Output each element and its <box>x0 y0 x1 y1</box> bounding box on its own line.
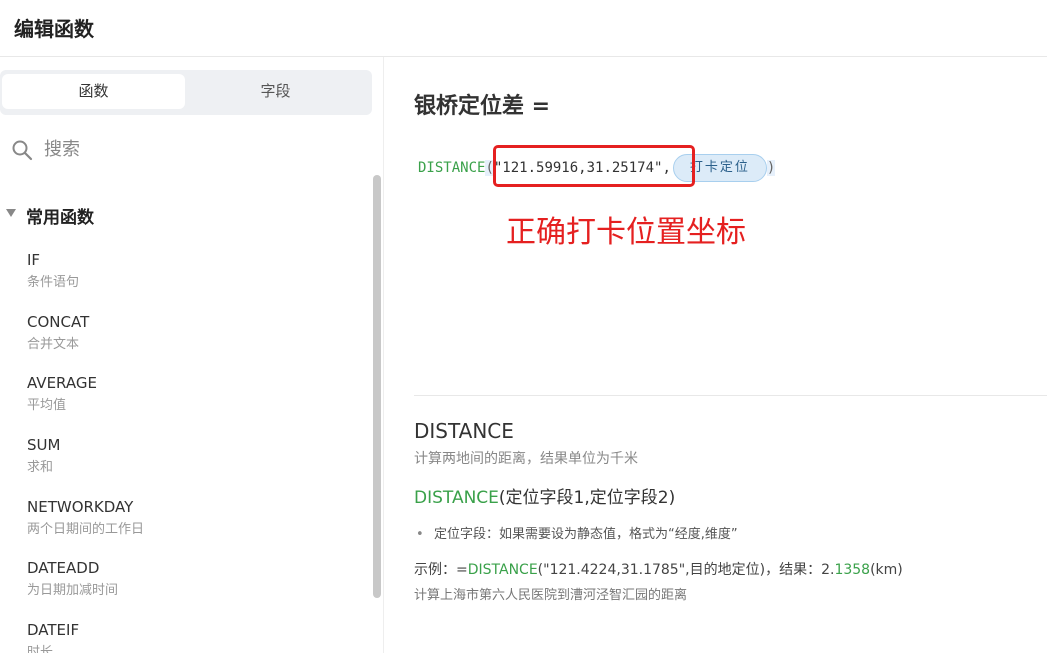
formula-close-paren: ) <box>766 160 776 176</box>
doc-param-bullet: 定位字段：如果需要设为静态值，格式为“经度,维度” <box>414 525 1034 545</box>
search-input[interactable] <box>44 135 344 163</box>
function-desc: 为日期加减时间 <box>27 583 119 599</box>
function-name: DATEIF <box>27 621 80 640</box>
function-doc: DISTANCE 计算两地间的距离，结果单位为千米 DISTANCE(定位字段1… <box>414 417 1034 606</box>
doc-example-mid: ("121.4224,31.1785",目的地定位)，结果：2. <box>537 562 835 578</box>
doc-example-fn: DISTANCE <box>467 562 538 578</box>
function-item-dateadd[interactable]: DATEADD 为日期加减时间 <box>27 558 357 620</box>
doc-syntax-fn: DISTANCE <box>414 488 499 508</box>
sidebar-tabs: 函数 字段 <box>0 70 372 115</box>
function-name: SUM <box>27 436 61 455</box>
doc-example-num: 1358 <box>834 562 871 578</box>
function-desc: 条件语句 <box>27 275 80 290</box>
function-name: NETWORKDAY <box>27 497 134 516</box>
tab-fields[interactable]: 字段 <box>184 74 367 109</box>
function-desc: 平均值 <box>27 398 67 414</box>
collapse-triangle-icon <box>6 209 16 217</box>
formula-function: DISTANCE <box>418 160 486 176</box>
function-item-networkday[interactable]: NETWORKDAY 两个日期间的工作日 <box>27 497 357 559</box>
doc-syntax: DISTANCE(定位字段1,定位字段2) <box>414 486 1034 510</box>
annotation-highlight-box <box>493 145 695 187</box>
page-title: 编辑函数 <box>14 17 94 41</box>
search-icon <box>12 140 33 161</box>
function-item-sum[interactable]: SUM 求和 <box>27 435 357 497</box>
sidebar: 函数 字段 常用函数 IF 条件语句 CONCAT 合并文本 AVERAGE 平… <box>0 57 384 653</box>
doc-function-name: DISTANCE <box>414 419 514 443</box>
function-desc: 合并文本 <box>27 336 80 352</box>
function-name: IF <box>27 251 41 269</box>
editor-panel: 银桥定位差 = DISTANCE("121.59916,31.25174", 打卡… <box>384 57 1047 653</box>
doc-example-suffix: (km) <box>870 562 903 578</box>
function-list: IF 条件语句 CONCAT 合并文本 AVERAGE 平均值 SUM 求和 N… <box>27 250 357 653</box>
search-bar <box>0 127 372 171</box>
sidebar-scrollbar[interactable] <box>373 175 381 598</box>
doc-function-desc: 计算两地间的距离，结果单位为千米 <box>414 451 638 467</box>
function-name: DATEADD <box>27 559 100 578</box>
formula-title: 银桥定位差 = <box>414 94 551 119</box>
doc-example-prefix: 示例：= <box>414 562 468 578</box>
tab-functions[interactable]: 函数 <box>2 74 185 109</box>
function-desc: 时长 <box>27 645 54 653</box>
group-label: 常用函数 <box>26 208 94 228</box>
function-desc: 求和 <box>27 460 54 476</box>
function-item-average[interactable]: AVERAGE 平均值 <box>27 373 357 435</box>
doc-example-note: 计算上海市第六人民医院到漕河泾智汇园的距离 <box>414 588 688 603</box>
function-item-dateif[interactable]: DATEIF 时长 <box>27 620 357 653</box>
annotation-text: 正确打卡位置坐标 <box>506 215 746 250</box>
group-common-functions[interactable]: 常用函数 <box>0 203 370 228</box>
function-name: CONCAT <box>27 312 90 331</box>
function-desc: 两个日期间的工作日 <box>27 521 145 537</box>
function-item-concat[interactable]: CONCAT 合并文本 <box>27 312 357 374</box>
divider <box>414 395 1047 396</box>
doc-example: 示例：=DISTANCE("121.4224,31.1785",目的地定位)，结… <box>414 559 1034 581</box>
doc-syntax-args: (定位字段1,定位字段2) <box>498 488 676 508</box>
function-item-if[interactable]: IF 条件语句 <box>27 250 357 312</box>
function-name: AVERAGE <box>27 374 97 393</box>
header: 编辑函数 <box>0 0 1047 57</box>
